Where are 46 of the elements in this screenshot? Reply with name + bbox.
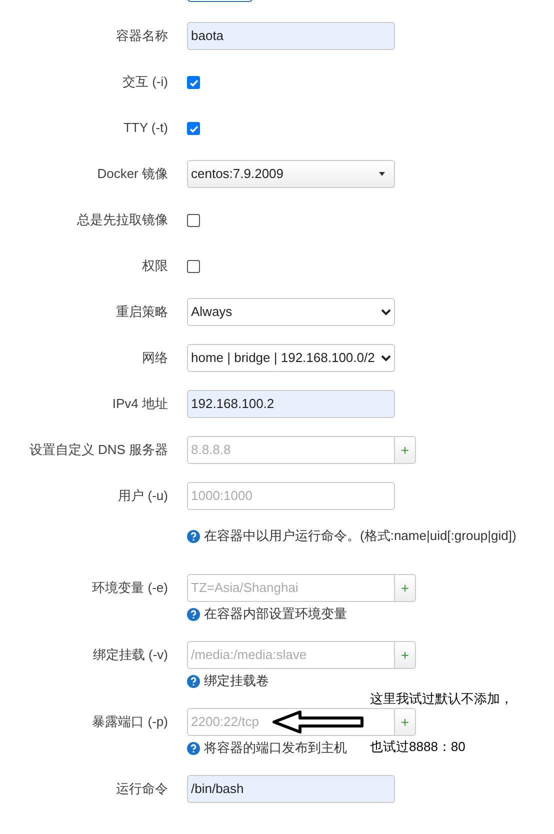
field-label: 权限 [142, 258, 168, 273]
field-label: 重启策略 [116, 304, 168, 319]
field-label: 绑定挂载 (-v) [92, 647, 168, 662]
add-button[interactable]: + [395, 574, 416, 602]
field-label: TTY (-t) [123, 120, 168, 135]
select-field[interactable]: Always [187, 298, 395, 326]
help-text: 在容器中以用户运行命令。(格式:name|uid[:group|gid]) [204, 527, 516, 545]
help-icon [187, 608, 200, 620]
field-label: 环境变量 (-e) [92, 580, 168, 595]
select-field[interactable]: home | bridge | 192.168.100.0/2 [187, 344, 395, 372]
field-label: 网络 [142, 350, 168, 365]
text-field[interactable]: 1000:1000 [187, 482, 395, 510]
field-label: 设置自定义 DNS 服务器 [29, 442, 168, 457]
text-field[interactable]: /bin/bash [187, 775, 395, 803]
help-icon [187, 530, 200, 542]
annotation-text: 也试过8888：80 [370, 739, 466, 754]
field-label: Docker 镜像 [97, 166, 168, 181]
field-label: 交互 (-i) [122, 74, 168, 89]
checkbox[interactable] [187, 260, 200, 273]
caret-icon [379, 172, 385, 176]
help-icon [187, 674, 200, 688]
add-button[interactable]: + [395, 436, 416, 464]
image-dropdown[interactable]: centos:7.9.2009 [187, 160, 395, 188]
checkbox[interactable] [187, 214, 200, 227]
add-button[interactable]: + [395, 641, 416, 669]
text-field[interactable]: 192.168.100.2 [187, 390, 395, 418]
text-field[interactable]: baota [187, 22, 395, 50]
input-field[interactable]: /media:/media:slave [187, 641, 395, 669]
field-label: 总是先拉取镜像 [77, 212, 168, 227]
input-field[interactable]: 8.8.8.8 [187, 436, 395, 464]
chevron-down-icon [381, 308, 391, 316]
input-field[interactable]: TZ=Asia/Shanghai [187, 574, 395, 602]
checkbox[interactable] [187, 122, 200, 135]
field-label: IPv4 地址 [112, 396, 168, 411]
checkbox[interactable] [187, 76, 200, 89]
field-label: 容器名称 [116, 28, 168, 43]
annotation-text: 这里我试过默认不添加， [370, 691, 513, 706]
field-label: 用户 (-u) [118, 488, 168, 503]
help-icon [187, 742, 200, 754]
chevron-down-icon [381, 354, 391, 362]
help-text: 绑定挂载卷 [204, 672, 269, 690]
field-label: 运行命令 [116, 781, 168, 796]
help-text: 在容器内部设置环境变量 [204, 605, 347, 623]
add-button[interactable]: + [395, 708, 416, 736]
help-text: 将容器的端口发布到主机 [204, 739, 347, 757]
field-label: 暴露端口 (-p) [92, 714, 168, 729]
